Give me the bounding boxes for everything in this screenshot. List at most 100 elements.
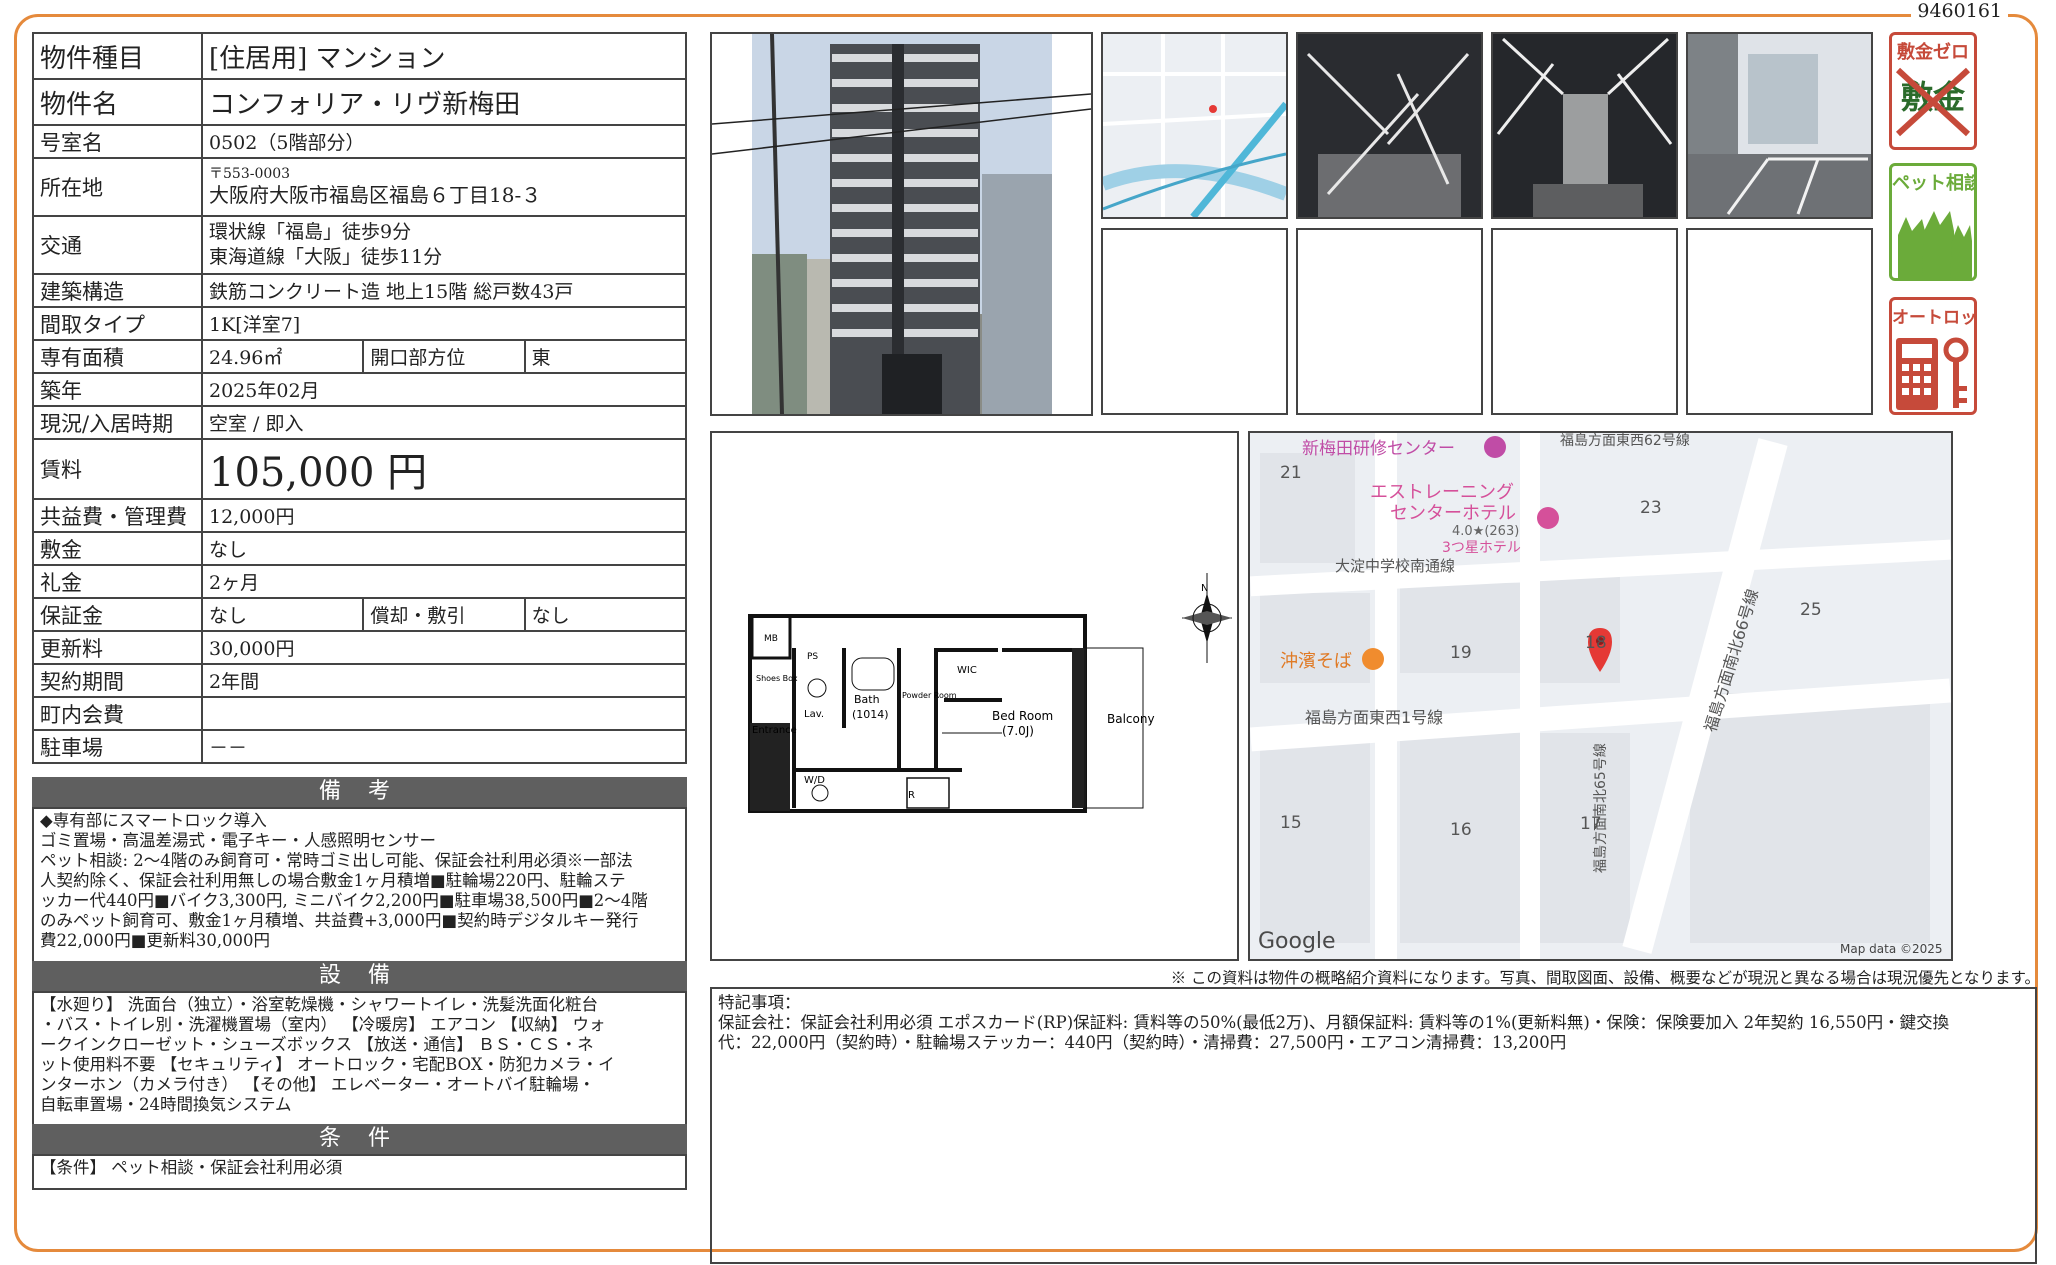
map-road-label: 福島方面東西62号線 xyxy=(1560,433,1690,449)
disclaimer-notice: ※ この資料は物件の概略紹介資料になります。写真、間取図面、設備、概要などが現況… xyxy=(1170,969,2040,987)
thumbnail-parking-photo xyxy=(1686,32,1873,219)
notes-box: ◆専有部にスマートロック導入 ゴミ置場・高温差湯式・電子キー・人感照明センサー … xyxy=(32,807,687,963)
notes-line: ペット相談: 2～4階のみ飼育可・常時ゴミ出し可能、保証会社利用必須※一部法 xyxy=(40,851,633,870)
notes-line: 費22,000円■更新料30,000円 xyxy=(40,931,271,950)
room-value: 0502（5階部分） xyxy=(201,124,687,159)
parking-value: －－ xyxy=(201,729,687,764)
address-label: 所在地 xyxy=(32,157,203,217)
thumbnail-empty xyxy=(1686,228,1873,415)
equipment-line: ンターホン（カメラ付き） 【その他】 エレベーター・オートバイ駐輪場・ xyxy=(40,1075,595,1094)
equipment-line: 【水廻り】 洗面台（独立）・浴室乾燥機・シャワートイレ・洗髪洗面化粧台 xyxy=(40,995,598,1014)
notes-line: 人契約除く、保証会社利用無しの場合敷金1ヶ月積増■駐輪場220円、駐輪ステ xyxy=(40,871,626,890)
bath-label: Bath xyxy=(854,693,880,706)
parking-photo xyxy=(1688,34,1871,217)
floorplan-frame: MB PS Shoes Box Lav. Bath (1014) Powder … xyxy=(710,431,1239,961)
floorplan-drawing: MB PS Shoes Box Lav. Bath (1014) Powder … xyxy=(748,573,1232,813)
postal-code: 〒553-0003 xyxy=(209,166,291,182)
layout-label: 間取タイプ xyxy=(32,306,203,341)
map-block-number: 25 xyxy=(1800,600,1822,620)
renewal-fee-label: 更新料 xyxy=(32,630,203,665)
parking-label: 駐車場 xyxy=(32,729,203,764)
balcony-label: Balcony xyxy=(1107,712,1155,726)
guarantee-label: 保証金 xyxy=(32,597,203,632)
map-block-number: 16 xyxy=(1450,820,1472,840)
rent-value: 105,000 円 xyxy=(201,438,687,500)
address-cell: 〒553-0003 大阪府大阪市福島区福島６丁目18-３ xyxy=(201,157,687,217)
map-hotel-class: 3つ星ホテル xyxy=(1442,540,1521,556)
pet-silhouette-icon xyxy=(1898,211,1972,278)
layout-value: 1K[洋室7] xyxy=(201,306,687,341)
town-fee-label: 町内会費 xyxy=(32,696,203,731)
notes-line: のみペット飼育可、敷金1ヶ月積増、共益費+3,000円■契約時デジタルキー発行 xyxy=(40,911,639,930)
address-value: 大阪府大阪市福島区福島６丁目18-３ xyxy=(209,183,542,207)
notes-line: ッカー代440円■バイク3,300円, ミニバイク2,200円■駐車場38,50… xyxy=(40,891,648,910)
area-value: 24.96㎡ xyxy=(200,339,365,374)
map-hotel-rating: 4.0★(263) xyxy=(1452,524,1519,539)
room-label: 号室名 xyxy=(32,124,203,159)
map-attribution: Map data ©2025 xyxy=(1840,942,1943,956)
equipment-line: 自転車置場・24時間換気システム xyxy=(40,1095,292,1114)
map-road-label: 大淀中学校南通線 xyxy=(1335,557,1455,575)
conditions-text: 【条件】 ペット相談・保証会社利用必須 xyxy=(40,1158,343,1177)
lav-label: Lav. xyxy=(804,709,824,720)
mgmt-fee-value: 12,000円 xyxy=(201,498,687,533)
property-name: コンフォリア・リヴ新梅田 xyxy=(201,78,687,126)
access-line-2: 東海道線「大阪」徒歩11分 xyxy=(209,246,443,268)
access-line-1: 環状線「福島」徒歩9分 xyxy=(209,221,412,243)
street-map: 新梅田研修センター 福島方面東西62号線 エストレーニング センターホテル 4.… xyxy=(1250,433,1951,959)
building-photo xyxy=(712,34,1091,414)
status-label: 現況/入居時期 xyxy=(32,405,203,440)
thumbnail-entrance-photo xyxy=(1296,32,1483,219)
zero-deposit-title: 敷金ゼロ xyxy=(1897,42,1969,63)
autolock-badge-title: オートロック xyxy=(1892,308,1977,328)
bedroom-label: Bed Room xyxy=(992,709,1053,723)
guarantee-value: なし xyxy=(200,597,365,632)
key-money-value: 2ヶ月 xyxy=(201,564,687,599)
equipment-box: 【水廻り】 洗面台（独立）・浴室乾燥機・シャワートイレ・洗髪洗面化粧台 ・バス・… xyxy=(32,991,687,1126)
direction-label: 開口部方位 xyxy=(362,339,526,374)
type-value: [住居用] マンション xyxy=(201,32,687,80)
thumbnail-empty xyxy=(1101,228,1288,415)
structure-value: 鉄筋コンクリート造 地上15階 総戸数43戸 xyxy=(201,273,687,308)
document-id: 9460161 xyxy=(1911,0,2008,22)
bedroom-size-label: (7.0J) xyxy=(1002,724,1034,738)
thumbnail-empty xyxy=(1491,228,1678,415)
remarks-title: 特記事項： xyxy=(718,993,801,1012)
map-block-number: 19 xyxy=(1450,643,1472,663)
equipment-header: 設 備 xyxy=(32,961,687,991)
thumbnail-empty xyxy=(1296,228,1483,415)
structure-label: 建築構造 xyxy=(32,273,203,308)
wd-label: W/D xyxy=(804,775,825,786)
key-money-label: 礼金 xyxy=(32,564,203,599)
direction-value: 東 xyxy=(523,339,688,374)
map-block-number: 23 xyxy=(1640,498,1662,518)
training-center-icon xyxy=(1484,436,1506,458)
property-spec-table: 物件種目 [住居用] マンション 物件名 コンフォリア・リヴ新梅田 号室名 05… xyxy=(32,32,688,764)
name-label: 物件名 xyxy=(32,78,203,126)
map-road-label: 福島方面東西1号線 xyxy=(1305,708,1443,727)
conditions-box: 【条件】 ペット相談・保証会社利用必須 xyxy=(32,1154,687,1190)
north-label: N xyxy=(1201,583,1208,594)
contract-period-label: 契約期間 xyxy=(32,663,203,698)
entrance-photo xyxy=(1298,34,1481,217)
notes-line: ゴミ置場・高温差湯式・電子キー・人感照明センサー xyxy=(40,831,436,850)
deposit-value: なし xyxy=(201,531,687,566)
remarks-line: 保証会社：保証会社利用必須 エポスカード(RP)保証料: 賃料等の50%(最低2… xyxy=(718,1013,1950,1032)
map-label-hotel-2: センターホテル xyxy=(1390,503,1516,524)
notes-line: ◆専有部にスマートロック導入 xyxy=(40,811,267,830)
powder-room-label: Powder Room xyxy=(902,691,957,700)
equipment-line: ・バス・トイレ別・洗濯機置場（室内） 【冷暖房】 エアコン 【収納】 ウォ xyxy=(40,1015,606,1034)
building-photo-frame xyxy=(710,32,1093,416)
built-value: 2025年02月 xyxy=(201,372,687,407)
area-map[interactable]: 新梅田研修センター 福島方面東西62号線 エストレーニング センターホテル 4.… xyxy=(1248,431,1953,961)
access-label: 交通 xyxy=(32,215,203,275)
thumbnail-hallway-photo xyxy=(1491,32,1678,219)
built-label: 築年 xyxy=(32,372,203,407)
shoes-box-label: Shoes Box xyxy=(756,674,798,683)
map-label-hotel-1: エストレーニング xyxy=(1370,482,1514,503)
restaurant-icon xyxy=(1362,648,1384,670)
hallway-photo xyxy=(1493,34,1676,217)
badge-zero-deposit: 敷金ゼロ 敷金 xyxy=(1889,32,1977,150)
type-label: 物件種目 xyxy=(32,32,203,80)
equipment-line: ークインクローゼット・シューズボックス 【放送・通信】 ＢＳ・ＣＳ・ネ xyxy=(40,1035,594,1054)
